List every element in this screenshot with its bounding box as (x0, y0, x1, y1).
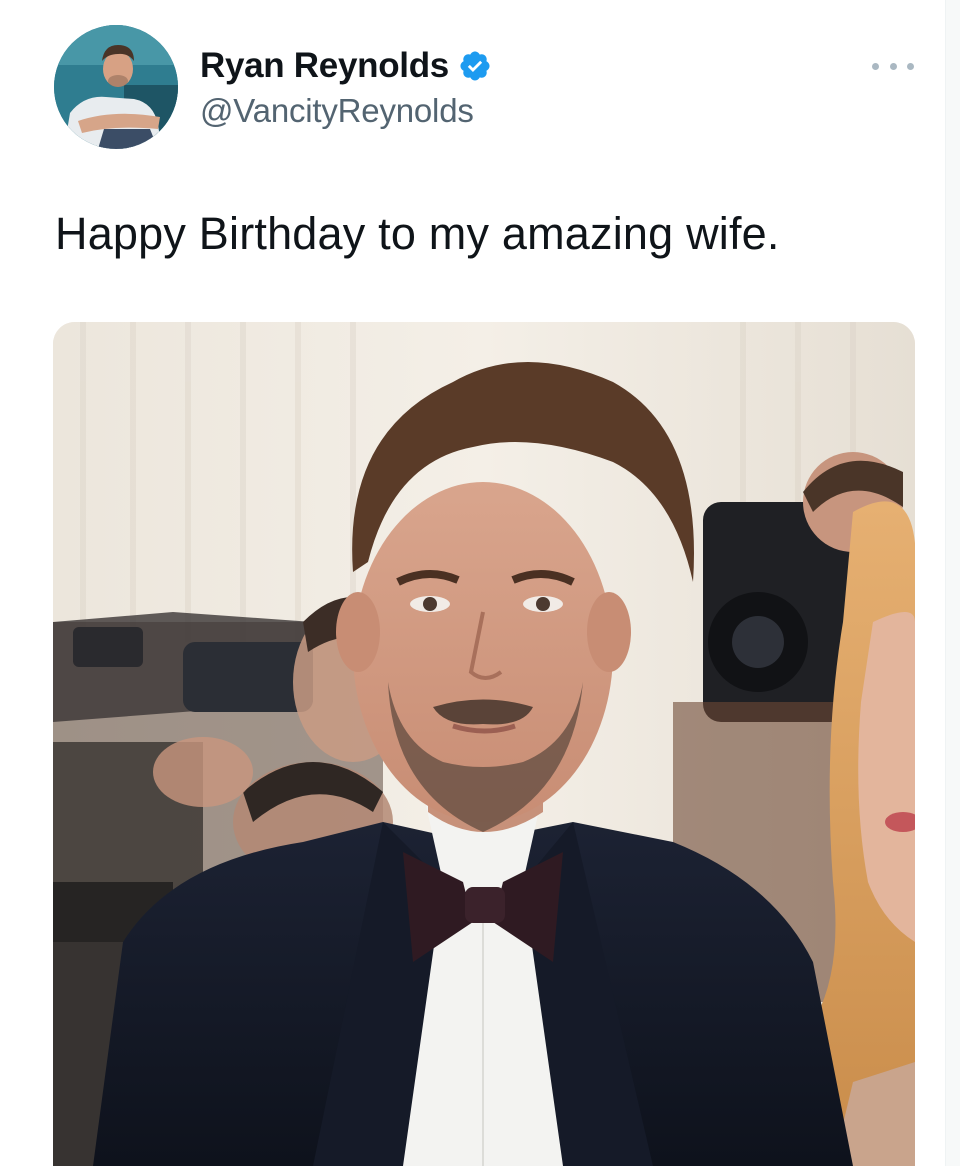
more-dot (907, 62, 914, 70)
timeline-edge (945, 0, 960, 1166)
more-options-icon[interactable] (872, 52, 914, 80)
tweet-photo[interactable] (53, 322, 915, 1166)
author-display-name[interactable]: Ryan Reynolds (200, 46, 449, 86)
author-avatar[interactable] (54, 25, 178, 149)
more-dot (872, 62, 879, 70)
author-name-row[interactable]: Ryan Reynolds (200, 44, 492, 88)
author-handle[interactable]: @VancityReynolds (200, 92, 474, 130)
verified-badge-icon (460, 51, 490, 81)
tweet-card: Ryan Reynolds @VancityReynolds Happy Bir… (0, 0, 960, 1166)
avatar-photo (54, 25, 178, 149)
photo-image (53, 322, 915, 1166)
more-dot (889, 62, 897, 70)
tweet-text: Happy Birthday to my amazing wife. (55, 208, 780, 259)
